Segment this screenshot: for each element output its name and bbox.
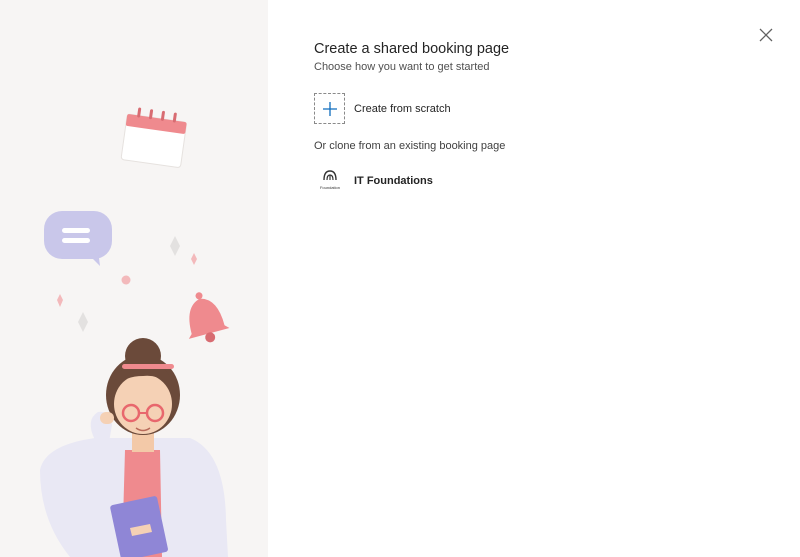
create-from-scratch-label: Create from scratch — [354, 102, 451, 115]
booking-page-name: IT Foundations — [354, 175, 433, 187]
chat-bubble-icon — [44, 211, 112, 266]
foundation-logo-icon: Foundation — [320, 170, 340, 190]
create-from-scratch-option[interactable]: Create from scratch — [314, 93, 451, 124]
person-illustration — [40, 338, 228, 557]
dialog-subtitle: Choose how you want to get started — [314, 61, 490, 73]
calendar-icon — [120, 107, 187, 168]
existing-booking-page-item[interactable]: Foundation IT Foundations — [314, 167, 433, 195]
booking-page-logo: Foundation — [314, 167, 346, 195]
dialog-title: Create a shared booking page — [314, 41, 510, 57]
logo-text: Foundation — [320, 185, 340, 190]
booking-illustration — [40, 107, 230, 557]
illustration-panel — [0, 0, 268, 557]
plus-icon — [322, 101, 337, 116]
create-from-scratch-button[interactable] — [314, 93, 345, 124]
bell-icon — [188, 292, 230, 343]
dialog-content: Create a shared booking page Choose how … — [314, 40, 774, 195]
clone-section-label: Or clone from an existing booking page — [314, 140, 506, 152]
